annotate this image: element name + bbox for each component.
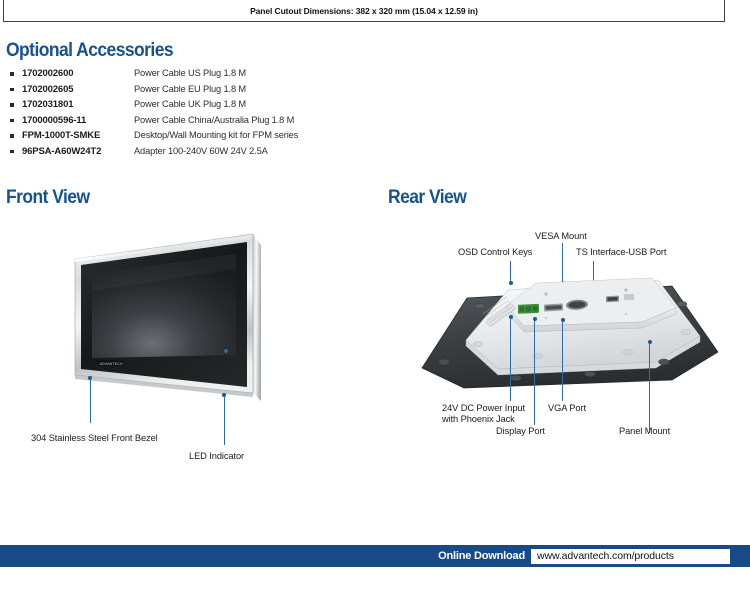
list-item: 1700000596-11 Power Cable China/Australi…: [8, 113, 428, 129]
bullet-icon: [10, 103, 14, 107]
optional-accessories-list: 1702002600 Power Cable US Plug 1.8 M 170…: [8, 66, 428, 159]
accessory-sku: 96PSA-A60W24T2: [22, 145, 102, 157]
accessory-sku: 1700000596-11: [22, 114, 87, 126]
footer-bar: Online Download www.advantech.com/produc…: [0, 545, 750, 567]
list-item: FPM-1000T-SMKE Desktop/Wall Mounting kit…: [8, 128, 428, 144]
accessory-sku: 1702002605: [22, 83, 74, 95]
bullet-icon: [10, 149, 14, 153]
front-monitor-illustration: ADVANTECH: [74, 233, 261, 401]
callout-line-panel-mount: [649, 343, 651, 433]
callout-line-vga: [562, 321, 564, 401]
footer-download-group: Online Download www.advantech.com/produc…: [438, 545, 730, 567]
bullet-icon: [10, 72, 14, 76]
callout-vesa-mount: VESA Mount: [535, 231, 587, 241]
accessory-sku: 1702031801: [22, 99, 74, 110]
accessory-sku: FPM-1000T-SMKE: [22, 130, 101, 141]
callout-led-indicator: LED Indicator: [189, 451, 245, 461]
callout-display-port: Display Port: [496, 426, 545, 436]
callout-osd-control-keys: OSD Control Keys: [458, 247, 533, 257]
download-url-link[interactable]: www.advantech.com/products: [531, 548, 730, 564]
accessory-description: Power Cable US Plug 1.8 M: [134, 68, 246, 78]
callout-line-led: [223, 396, 225, 445]
list-item: 96PSA-A60W24T2 Adapter 100-240V 60W 24V …: [8, 144, 428, 160]
accessory-description: Adapter 100-240V 60W 24V 2.5A: [134, 145, 268, 156]
callout-dc-power-input-line2: with Phoenix Jack: [442, 414, 515, 424]
display-port-connector: [544, 303, 563, 312]
rear-chassis-illustration: [421, 277, 719, 389]
bullet-icon: [10, 118, 14, 122]
accessory-description: Power Cable China/Australia Plug 1.8 M: [134, 114, 295, 125]
bullet-icon: [10, 134, 14, 138]
callout-line-display-port: [534, 320, 536, 425]
rear-view-figure: VESA Mount OSD Control Keys TS Interface…: [380, 215, 750, 465]
advantech-logo: ADVANTECH: [98, 360, 124, 366]
callout-dc-power-input-line1: 24V DC Power Input: [442, 403, 525, 413]
svg-text:ADVANTECH: ADVANTECH: [100, 362, 124, 366]
accessory-sku: 1702002600: [22, 68, 74, 79]
callout-panel-mount: Panel Mount: [619, 426, 671, 436]
callout-vga-port: VGA Port: [548, 403, 586, 413]
accessory-description: Power Cable UK Plug 1.8 M: [134, 99, 246, 109]
accessory-description: Power Cable EU Plug 1.8 M: [134, 83, 246, 94]
panel-cutout-dimensions-text: Panel Cutout Dimensions: 382 x 320 mm (1…: [250, 6, 478, 16]
front-view-figure: ADVANTECH 304 Stainless Steel Front Beze…: [0, 215, 370, 465]
phoenix-jack-connector: [518, 303, 539, 314]
callout-front-bezel: 304 Stainless Steel Front Bezel: [31, 433, 158, 443]
accessory-description: Desktop/Wall Mounting kit for FPM series: [134, 130, 299, 140]
online-download-label: Online Download: [438, 550, 525, 562]
bullet-icon: [10, 87, 14, 91]
optional-accessories-heading: Optional Accessories: [6, 40, 174, 61]
panel-cutout-spec-box: Panel Cutout Dimensions: 382 x 320 mm (1…: [3, 0, 725, 22]
list-item: 1702031801 Power Cable UK Plug 1.8 M: [8, 97, 428, 113]
callout-line-bezel: [89, 379, 91, 423]
led-indicator-dot: [224, 349, 228, 353]
list-item: 1702002605 Power Cable EU Plug 1.8 M: [8, 82, 428, 98]
rear-view-heading: Rear View: [388, 187, 467, 208]
callout-line-dc-power: [510, 318, 512, 401]
callout-ts-interface-usb-port: TS Interface-USB Port: [576, 247, 667, 257]
list-item: 1702002600 Power Cable US Plug 1.8 M: [8, 66, 428, 82]
front-view-heading: Front View: [6, 187, 90, 208]
